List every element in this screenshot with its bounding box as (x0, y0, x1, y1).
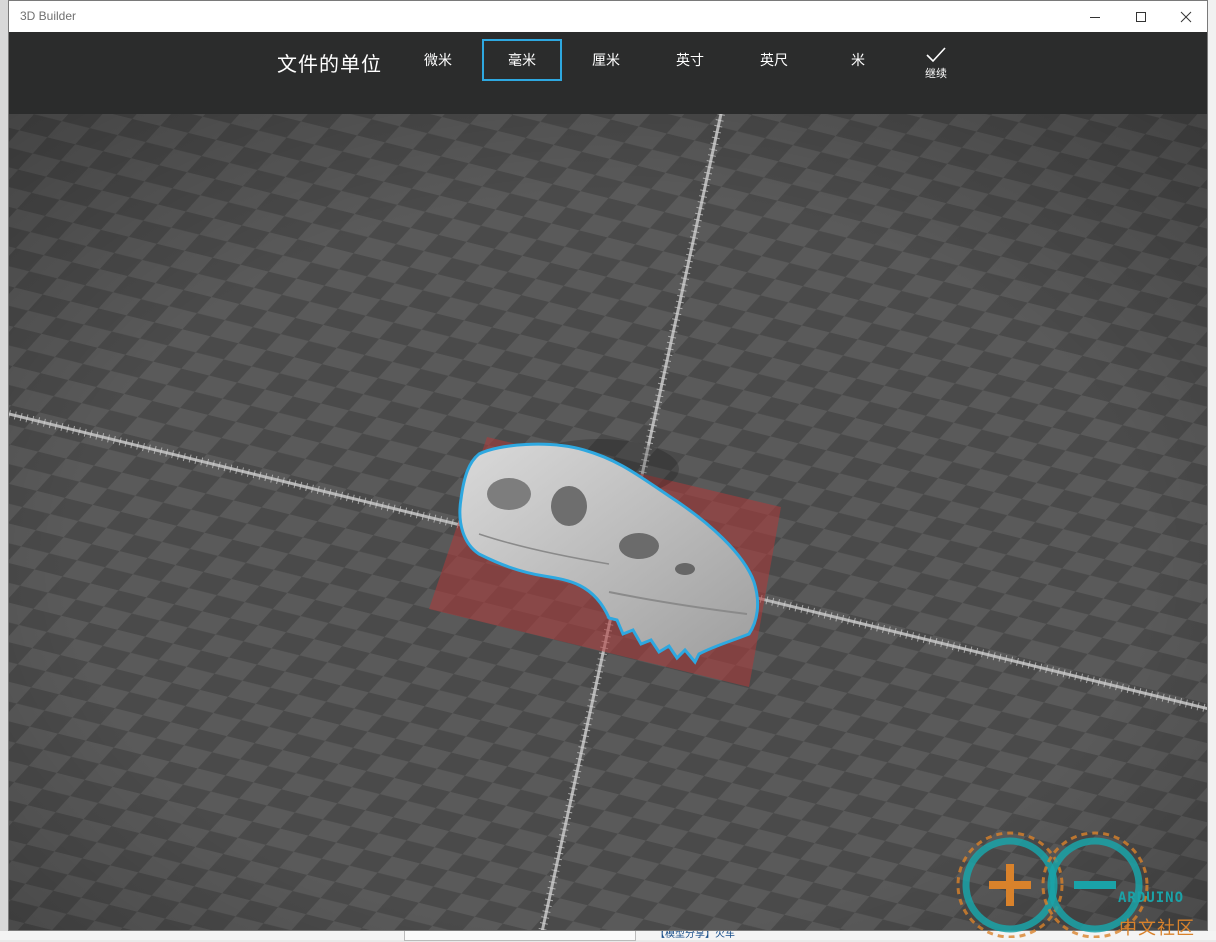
background-link[interactable]: 【模型分享】火车 (655, 930, 735, 940)
watermark-wordmark: ARDUINO (1118, 890, 1185, 906)
3d-viewport[interactable] (9, 114, 1207, 930)
arduino-watermark: ARDUINO 中文社区 (955, 830, 1215, 939)
window-title: 3D Builder (20, 9, 77, 23)
unit-option-micrometer[interactable]: 微米 (398, 39, 478, 81)
continue-button[interactable]: 继续 (907, 46, 965, 90)
unit-option-label: 微米 (424, 53, 452, 69)
checkmark-icon (926, 47, 946, 63)
unit-option-label: 英尺 (760, 53, 788, 69)
unit-title: 文件的单位 (277, 52, 382, 76)
maximize-icon (1136, 11, 1146, 22)
skull-nostril (675, 563, 695, 575)
unit-option-label: 米 (851, 53, 865, 69)
skull-fenestra-1 (487, 478, 531, 510)
unit-option-millimeter[interactable]: 毫米 (482, 39, 562, 81)
unit-option-label: 毫米 (508, 53, 536, 69)
close-button[interactable] (1163, 1, 1207, 32)
unit-option-label: 英寸 (676, 53, 704, 69)
watermark-chinese: 中文社区 (1119, 918, 1195, 939)
unit-option-centimeter[interactable]: 厘米 (566, 39, 646, 81)
unit-option-label: 厘米 (592, 53, 620, 69)
minimize-icon (1090, 16, 1100, 18)
desktop-edge-left (0, 0, 8, 940)
skull-orbit (551, 486, 587, 526)
skull-fenestra-2 (619, 533, 659, 559)
unit-option-foot[interactable]: 英尺 (734, 39, 814, 81)
unit-toolbar: 文件的单位 微米 毫米 厘米 英寸 英尺 米 继续 (9, 32, 1207, 114)
maximize-button[interactable] (1118, 1, 1164, 32)
close-icon (1180, 11, 1192, 22)
unit-option-inch[interactable]: 英寸 (650, 39, 730, 81)
continue-label: 继续 (925, 67, 947, 80)
title-bar[interactable]: 3D Builder (9, 1, 1207, 32)
desktop-edge-right (1207, 0, 1216, 940)
unit-option-meter[interactable]: 米 (818, 39, 898, 81)
minimize-button[interactable] (1072, 1, 1118, 32)
scene (9, 114, 1207, 930)
app-window: 3D Builder 文件的单位 微米 毫米 厘米 英寸 英尺 米 继续 (8, 0, 1208, 931)
